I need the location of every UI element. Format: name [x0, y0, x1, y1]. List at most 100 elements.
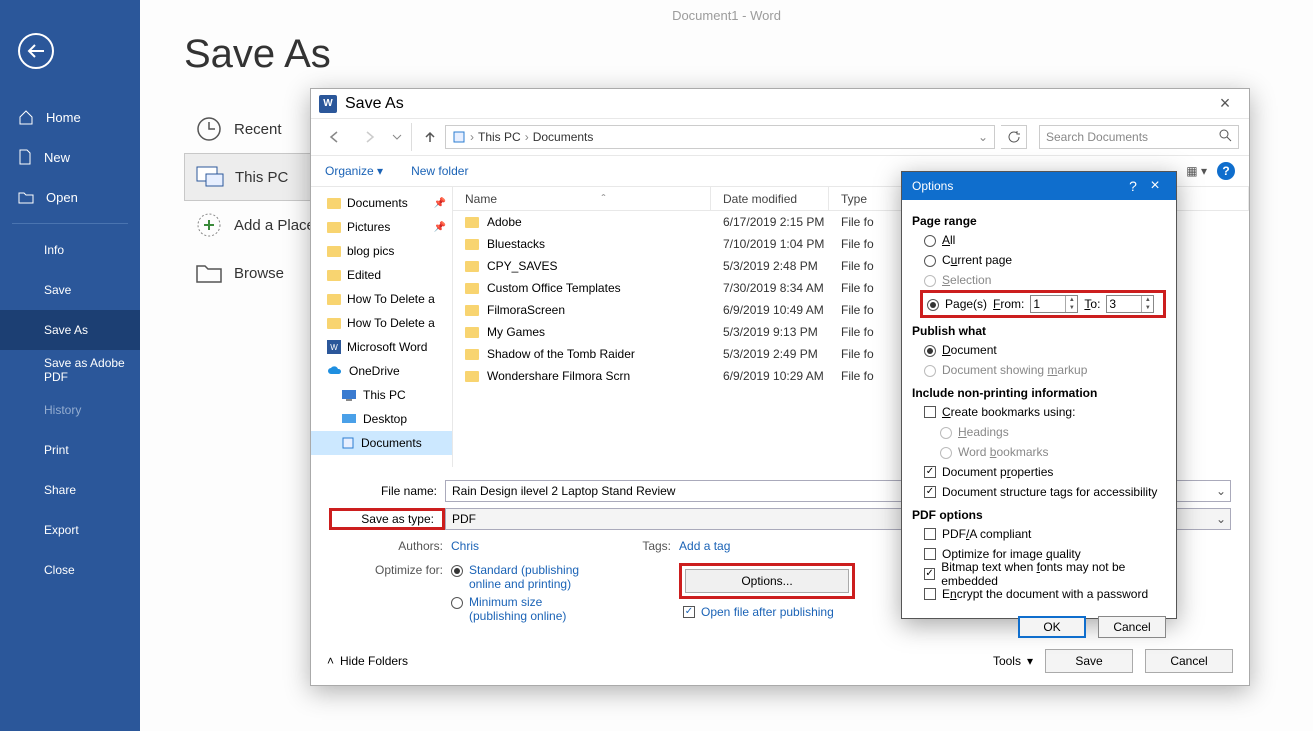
options-title: Options [912, 179, 953, 193]
nav-info[interactable]: Info [0, 230, 140, 270]
radio-label: Standard (publishing online and printing… [469, 563, 599, 591]
path-bar[interactable]: › This PC › Documents ⌄ [445, 125, 995, 149]
page-to-input[interactable]: 3▲▼ [1106, 295, 1154, 313]
tools-button[interactable]: Tools▾ [993, 654, 1033, 668]
nav-label: Close [44, 563, 75, 577]
optimize-standard-radio[interactable]: Standard (publishing online and printing… [451, 563, 599, 591]
backstage-sidebar: Home New Open Info Save Save As Save as … [0, 0, 140, 731]
tree-node[interactable]: Pictures📌 [311, 215, 452, 239]
location-label: Recent [234, 121, 282, 138]
tree-node[interactable]: How To Delete a [311, 311, 452, 335]
publish-document-radio[interactable]: Document [912, 340, 1166, 360]
checkbox-label: Open file after publishing [701, 605, 834, 619]
options-dialog: Options ? × Page range All Current page … [901, 171, 1177, 619]
tags-label: Tags: [639, 539, 679, 553]
dialog-save-button[interactable]: Save [1045, 649, 1133, 673]
tree-node[interactable]: OneDrive [311, 359, 452, 383]
tree-node[interactable]: How To Delete a [311, 287, 452, 311]
nav-label: Save [44, 283, 71, 297]
page-range-current-radio[interactable]: Current page [912, 250, 1166, 270]
home-icon [18, 109, 34, 125]
tree-node[interactable]: Documents📌 [311, 191, 452, 215]
column-header-date[interactable]: Date modified [711, 187, 829, 210]
chevron-down-icon[interactable]: ⌄ [1216, 484, 1226, 498]
nav-label: Home [46, 110, 81, 125]
dialog-close-button[interactable]: × [1209, 93, 1241, 114]
options-button[interactable]: Options... [685, 569, 849, 593]
path-segment[interactable]: This PC [478, 130, 521, 144]
checkbox-icon [683, 606, 695, 618]
options-close-button[interactable]: × [1144, 177, 1166, 195]
nav-up-button[interactable] [411, 123, 439, 151]
create-bookmarks-checkbox[interactable]: Create bookmarks using: [912, 402, 1166, 422]
tree-node[interactable]: Documents [311, 431, 452, 455]
nav-label: History [44, 403, 81, 417]
nav-export[interactable]: Export [0, 510, 140, 550]
new-folder-button[interactable]: New folder [411, 164, 468, 178]
tree-node[interactable]: Desktop [311, 407, 452, 431]
dialog-cancel-button[interactable]: Cancel [1145, 649, 1233, 673]
to-label: To: [1084, 297, 1100, 311]
page-range-pages-highlight: Page(s) From: 1▲▼ To: 3▲▼ [920, 290, 1166, 318]
arrow-left-icon [27, 44, 45, 58]
location-label: Add a Place [234, 217, 315, 234]
path-segment[interactable]: Documents [533, 130, 594, 144]
nav-new[interactable]: New [0, 137, 140, 177]
authors-value[interactable]: Chris [451, 539, 479, 553]
open-after-checkbox[interactable]: Open file after publishing [683, 605, 855, 619]
nav-recent-button[interactable] [389, 123, 405, 151]
nav-open[interactable]: Open [0, 177, 140, 217]
nav-forward-button[interactable] [355, 123, 383, 151]
tags-value[interactable]: Add a tag [679, 539, 730, 553]
column-header-name[interactable]: Nameˆ [453, 187, 711, 210]
nav-history: History [0, 390, 140, 430]
chevron-up-icon: ˄ [327, 654, 334, 668]
nav-home[interactable]: Home [0, 97, 140, 137]
nav-close[interactable]: Close [0, 550, 140, 590]
structure-tags-checkbox[interactable]: Document structure tags for accessibilit… [912, 482, 1166, 502]
radio-label: Minimum size (publishing online) [469, 595, 599, 623]
options-button-highlight: Options... [679, 563, 855, 599]
location-label: This PC [235, 169, 288, 186]
chevron-down-icon[interactable]: ⌄ [1216, 512, 1226, 526]
pdfa-checkbox[interactable]: PDF/A compliant [912, 524, 1166, 544]
section-include: Include non-printing information [912, 386, 1166, 400]
nav-save-as[interactable]: Save As [0, 310, 140, 350]
search-input[interactable]: Search Documents [1039, 125, 1239, 149]
page-range-all-radio[interactable]: All [912, 230, 1166, 250]
hide-folders-button[interactable]: ˄Hide Folders [327, 654, 408, 668]
nav-back-button[interactable] [321, 123, 349, 151]
bitmap-text-checkbox[interactable]: Bitmap text when fonts may not be embedd… [912, 564, 1166, 584]
refresh-button[interactable] [1001, 125, 1027, 149]
document-library-icon [452, 130, 466, 144]
encrypt-checkbox[interactable]: Encrypt the document with a password [912, 584, 1166, 604]
doc-properties-checkbox[interactable]: Document properties [912, 462, 1166, 482]
view-button[interactable]: ▦ ▾ [1186, 164, 1207, 178]
tree-node[interactable]: WMicrosoft Word [311, 335, 452, 359]
tree-node[interactable]: This PC [311, 383, 452, 407]
add-place-icon [196, 212, 222, 238]
folder-open-icon [18, 190, 34, 204]
organize-button[interactable]: Organize ▾ [325, 164, 383, 178]
options-cancel-button[interactable]: Cancel [1098, 616, 1166, 638]
publish-markup-radio: Document showing markup [912, 360, 1166, 380]
nav-print[interactable]: Print [0, 430, 140, 470]
nav-share[interactable]: Share [0, 470, 140, 510]
optimize-minimum-radio[interactable]: Minimum size (publishing online) [451, 595, 599, 623]
nav-save[interactable]: Save [0, 270, 140, 310]
nav-label: Print [44, 443, 69, 457]
chevron-down-icon: ▾ [377, 164, 383, 178]
section-pdf-options: PDF options [912, 508, 1166, 522]
page-range-pages-radio[interactable] [927, 299, 939, 311]
help-icon[interactable]: ? [1217, 162, 1235, 180]
dialog-title: Save As [345, 95, 404, 113]
page-from-input[interactable]: 1▲▼ [1030, 295, 1078, 313]
nav-save-adobe[interactable]: Save as Adobe PDF [0, 350, 140, 390]
tree-node[interactable]: Edited [311, 263, 452, 287]
section-page-range: Page range [912, 214, 1166, 228]
options-ok-button[interactable]: OK [1018, 616, 1086, 638]
back-button[interactable] [18, 33, 54, 69]
tree-node[interactable]: blog pics [311, 239, 452, 263]
chevron-down-icon[interactable]: ⌄ [978, 130, 988, 144]
options-help-button[interactable]: ? [1122, 178, 1144, 194]
